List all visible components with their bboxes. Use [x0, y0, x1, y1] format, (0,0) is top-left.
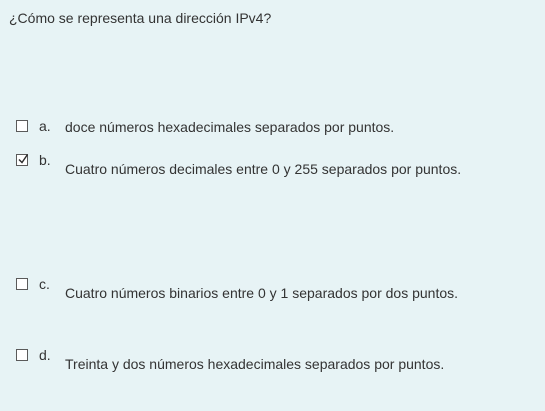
option-c-text: Cuatro números binarios entre 0 y 1 sepa…: [65, 285, 459, 301]
option-b-checkbox[interactable]: [16, 154, 28, 166]
option-d-checkbox[interactable]: [16, 349, 28, 361]
option-c-checkbox[interactable]: [16, 278, 28, 290]
option-b-letter: b.: [39, 152, 51, 168]
option-a-letter: a.: [39, 118, 51, 134]
option-a-text: doce números hexadecimales separados por…: [65, 119, 395, 135]
option-b[interactable]: b. Cuatro números decimales entre 0 y 25…: [16, 152, 536, 177]
option-d-letter: d.: [39, 347, 51, 363]
option-d-text: Treinta y dos números hexadecimales sepa…: [65, 356, 445, 372]
option-b-text: Cuatro números decimales entre 0 y 255 s…: [65, 161, 462, 177]
option-c-letter: c.: [39, 276, 50, 292]
question-text: ¿Cómo se representa una dirección IPv4?: [9, 10, 272, 26]
option-a[interactable]: a. doce números hexadecimales separados …: [16, 118, 536, 140]
option-c[interactable]: c. Cuatro números binarios entre 0 y 1 s…: [16, 276, 536, 301]
option-d[interactable]: d. Treinta y dos números hexadecimales s…: [16, 347, 536, 372]
option-a-checkbox[interactable]: [16, 120, 28, 132]
checkmark-icon: [18, 154, 28, 164]
